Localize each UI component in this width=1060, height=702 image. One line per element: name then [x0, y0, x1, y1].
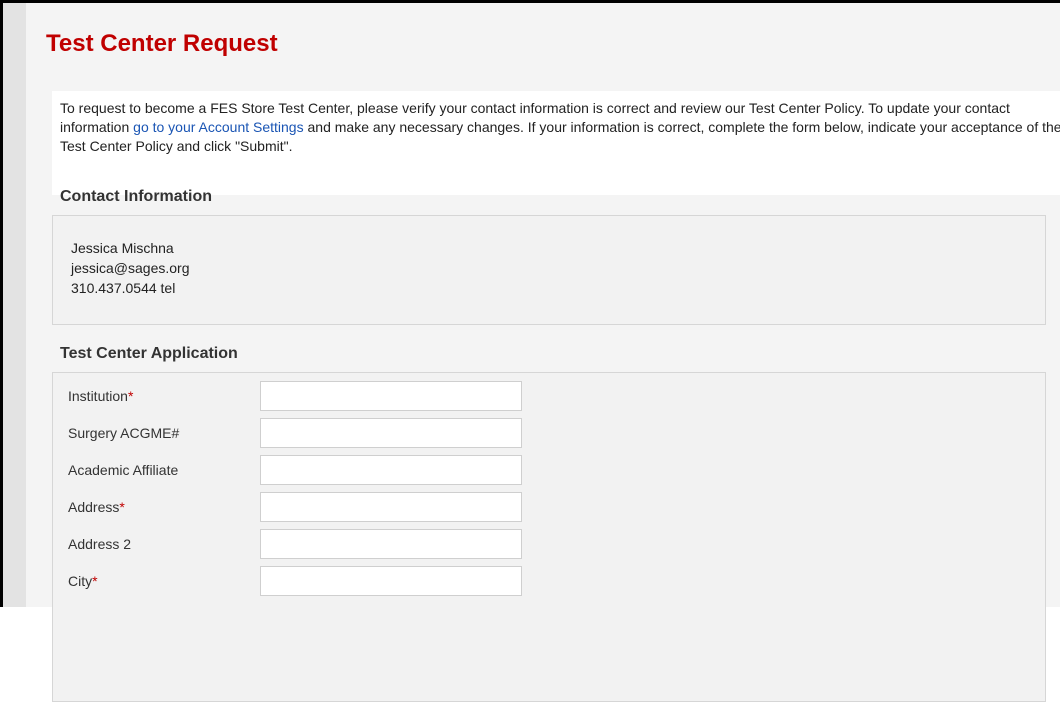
city-input[interactable] [260, 566, 522, 596]
address-label-text: Address [68, 499, 120, 515]
required-marker: * [127, 388, 134, 404]
test-center-application-panel: Institution* Surgery ACGME# Academic Aff… [52, 372, 1046, 702]
required-marker: * [92, 573, 98, 589]
account-settings-link[interactable]: go to your Account Settings [133, 119, 303, 135]
surgery-acgme-label: Surgery ACGME# [68, 425, 180, 441]
intro-panel: To request to become a FES Store Test Ce… [52, 91, 1060, 702]
contact-name: Jessica Mischna [71, 240, 174, 256]
surgery-acgme-input[interactable] [260, 418, 522, 448]
required-marker: * [119, 499, 125, 515]
main-content: Test Center Request To request to become… [26, 3, 1060, 702]
city-label: City* [68, 573, 98, 589]
page-title: Test Center Request [46, 30, 278, 57]
institution-label: Institution* [68, 388, 133, 404]
contact-information-panel: Jessica Mischna jessica@sages.org 310.43… [52, 215, 1046, 325]
address-2-input[interactable] [260, 529, 522, 559]
left-sidebar-rail [3, 3, 26, 607]
contact-phone: 310.437.0544 tel [71, 280, 176, 296]
address-input[interactable] [260, 492, 522, 522]
institution-input[interactable] [260, 381, 522, 411]
contact-information-heading: Contact Information [60, 188, 212, 205]
contact-email: jessica@sages.org [71, 260, 190, 276]
academic-affiliate-label: Academic Affiliate [68, 462, 179, 478]
institution-label-text: Institution [68, 388, 128, 404]
academic-affiliate-input[interactable] [260, 455, 522, 485]
city-label-text: City [68, 573, 93, 589]
test-center-application-heading: Test Center Application [60, 345, 238, 362]
address-2-label: Address 2 [68, 536, 132, 552]
intro-text: To request to become a FES Store Test Ce… [60, 99, 1060, 156]
address-label: Address* [68, 499, 125, 515]
